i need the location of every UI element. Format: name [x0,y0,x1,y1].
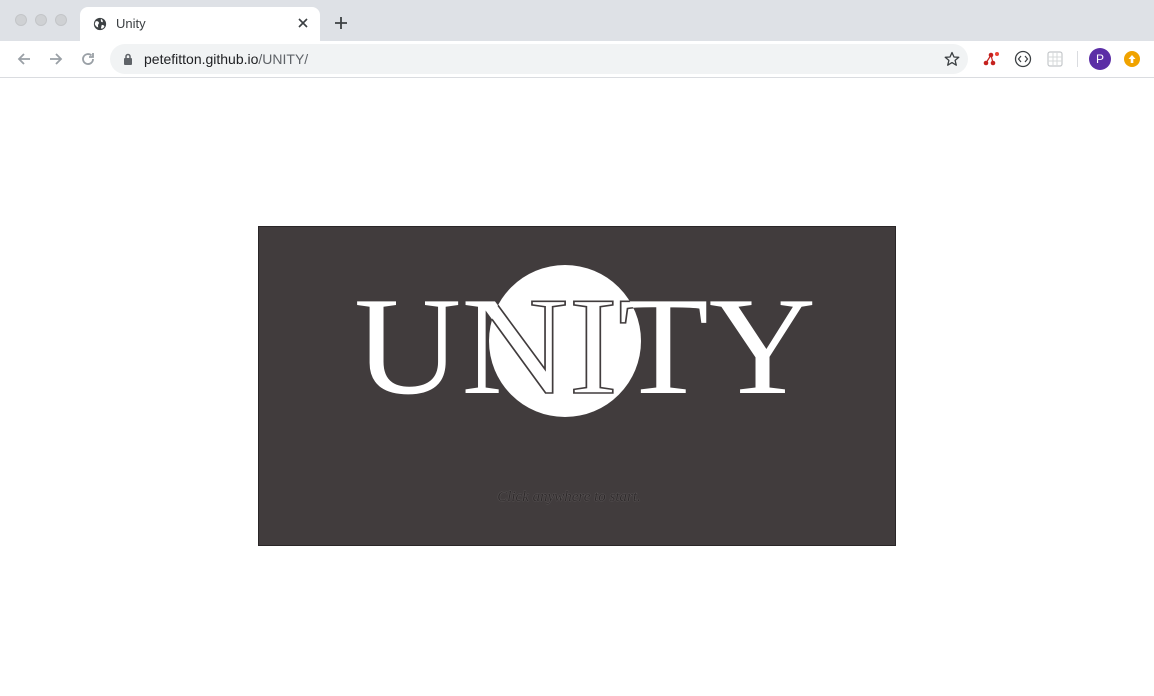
address-bar[interactable]: petefitton.github.io/UNITY/ [110,44,968,74]
close-window-button[interactable] [15,14,27,26]
lock-icon[interactable] [123,53,133,65]
zoom-window-button[interactable] [55,14,67,26]
tab-strip: Unity [0,0,1154,41]
new-tab-icon[interactable] [333,15,349,31]
back-arrow-icon[interactable] [16,51,32,67]
url-text[interactable]: petefitton.github.io/UNITY/ [144,51,308,67]
game-canvas[interactable]: UNITY UNITY Click anywhere to start. [258,226,896,546]
toolbar-separator [1077,51,1078,67]
arrow-up-icon [1128,55,1136,63]
url-path: /UNITY/ [258,51,309,67]
browser-toolbar: petefitton.github.io/UNITY/ P [0,41,1154,78]
profile-avatar[interactable]: P [1089,48,1111,70]
tab-title: Unity [116,16,146,31]
browser-tab-active[interactable]: Unity [80,7,320,41]
globe-icon [93,17,107,31]
bookmark-star-icon[interactable] [944,51,960,67]
url-host: petefitton.github.io [144,51,259,67]
extension-grid-icon[interactable] [1046,50,1064,68]
update-icon[interactable] [1124,51,1140,67]
reload-icon[interactable] [80,51,96,67]
forward-arrow-icon[interactable] [48,51,64,67]
minimize-window-button[interactable] [35,14,47,26]
extension-code-icon[interactable] [1014,50,1032,68]
close-tab-icon[interactable] [296,16,310,30]
extension-network-icon[interactable] [982,50,1000,68]
start-hint: Click anywhere to start. [497,489,641,505]
